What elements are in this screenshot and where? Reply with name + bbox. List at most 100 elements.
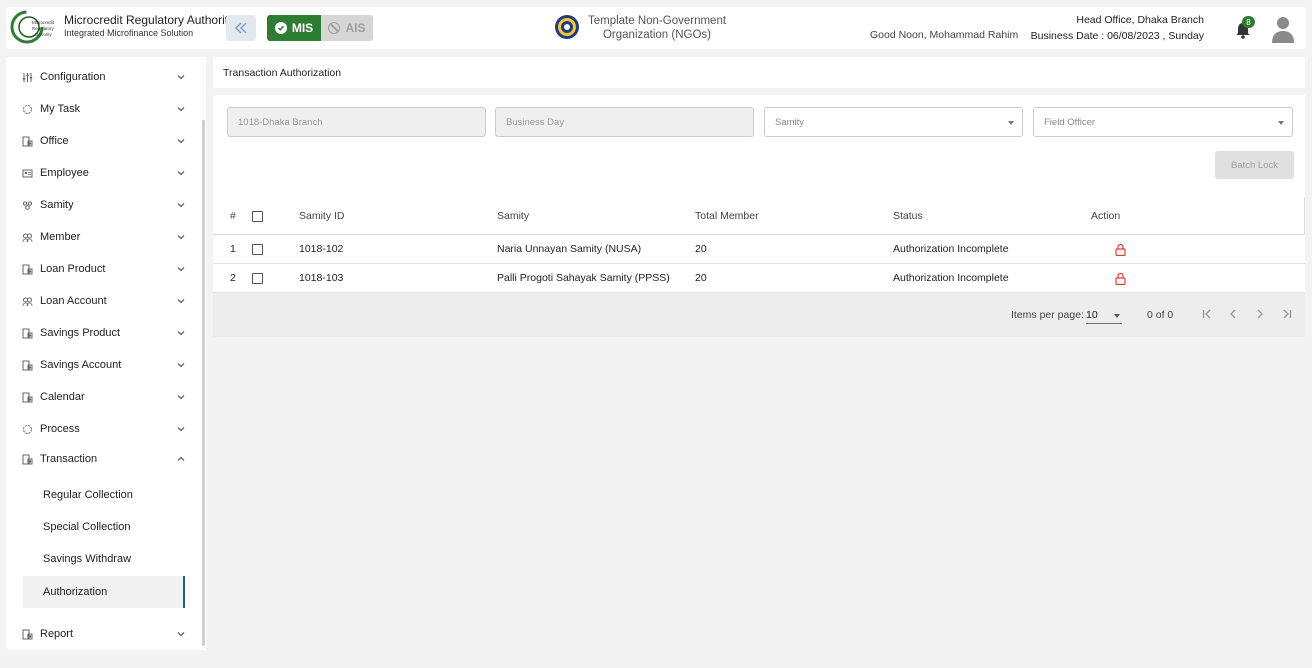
- chevron-down-icon: [177, 267, 185, 272]
- brand-title: Microcredit Regulatory Authority: [64, 13, 235, 27]
- chevron-down-icon: [177, 75, 185, 80]
- caret-down-icon: [1008, 121, 1014, 125]
- building-icon: [22, 328, 33, 338]
- svg-text:Microcredit: Microcredit: [32, 20, 55, 25]
- last-page-button[interactable]: [1280, 307, 1294, 321]
- chevron-down-icon: [177, 235, 185, 240]
- sidebar-item-calendar[interactable]: Calendar: [6, 385, 192, 409]
- header-index: #: [230, 210, 236, 222]
- sidebar-subitem-authorization[interactable]: Authorization: [23, 576, 185, 608]
- row-samity-id: 1018-102: [299, 243, 344, 255]
- sidebar-item-label: Savings Account: [40, 359, 122, 371]
- mra-logo: Microcredit Regulatory Authority: [10, 10, 55, 44]
- chevron-down-icon: [177, 331, 185, 336]
- page-size-select[interactable]: 10: [1086, 305, 1122, 324]
- sidebar-item-label: Calendar: [40, 391, 85, 403]
- building-icon: [22, 264, 33, 274]
- row-samity: Palli Progoti Sahayak Samity (PPSS): [497, 272, 670, 284]
- building-icon: [22, 454, 33, 464]
- branch-field: 1018-Dhaka Branch: [227, 107, 486, 137]
- paginator: Items per page: 10 0 of 0: [213, 293, 1305, 337]
- mis-button[interactable]: MIS: [267, 15, 321, 41]
- lock-icon[interactable]: [1115, 243, 1126, 256]
- page-range-label: 0 of 0: [1147, 309, 1174, 321]
- sidebar-item-savings-product[interactable]: Savings Product: [6, 321, 192, 345]
- chevron-down-icon: [177, 299, 185, 304]
- mis-label: MIS: [291, 21, 314, 35]
- next-page-button[interactable]: [1253, 307, 1267, 321]
- lock-icon[interactable]: [1115, 272, 1126, 285]
- sidebar-item-label: Member: [40, 231, 81, 243]
- org-name-line2: Organization (NGOs): [602, 29, 711, 41]
- chevron-down-icon: [177, 203, 185, 208]
- sidebar-item-label: My Task: [40, 103, 81, 115]
- business-day-value: Business Day: [506, 116, 565, 128]
- sidebar-item-transaction[interactable]: Transaction: [6, 447, 192, 471]
- sidebar-item-employee[interactable]: Employee: [6, 161, 192, 185]
- sidebar-item-member[interactable]: Member: [6, 225, 192, 249]
- sidebar-item-process[interactable]: Process: [6, 417, 192, 441]
- sidebar-scrollbar[interactable]: [202, 120, 205, 646]
- brand-subtitle: Integrated Microfinance Solution: [64, 28, 194, 38]
- sidebar-item-samity[interactable]: Samity: [6, 193, 192, 217]
- sidebar-subitem-label: Authorization: [43, 586, 108, 598]
- batch-lock-button[interactable]: Batch Lock: [1215, 151, 1294, 179]
- select-all-checkbox[interactable]: [252, 211, 263, 222]
- row-checkbox[interactable]: [252, 244, 263, 255]
- sidebar-item-label: Loan Account: [40, 295, 107, 307]
- row-index: 2: [230, 272, 236, 284]
- sidebar-item-label: Transaction: [40, 453, 98, 465]
- chevron-down-icon: [177, 171, 185, 176]
- sidebar-item-loan-product[interactable]: Loan Product: [6, 257, 192, 281]
- sidebar-item-label: Report: [40, 628, 74, 640]
- ais-button[interactable]: AIS: [321, 15, 373, 41]
- chevron-down-icon: [177, 395, 185, 400]
- previous-page-button[interactable]: [1226, 307, 1240, 321]
- sidebar-subitem-regular-collection[interactable]: Regular Collection: [23, 479, 185, 511]
- row-samity-id: 1018-103: [299, 272, 344, 284]
- business-date: Business Date : 06/08/2023 , Sunday: [1030, 30, 1204, 42]
- sidebar-item-label: Employee: [40, 167, 89, 179]
- samity-select[interactable]: Samity: [764, 107, 1023, 137]
- caret-down-icon: [1114, 314, 1120, 318]
- office-info: Head Office, Dhaka Branch Business Date …: [1031, 12, 1204, 44]
- svg-text:Regulatory: Regulatory: [32, 26, 55, 31]
- sidebar-item-office[interactable]: Office: [6, 129, 192, 153]
- chevron-left-icon: [1230, 309, 1236, 319]
- authorization-table: # Samity ID Samity Total Member Status A…: [213, 197, 1305, 293]
- ais-label: AIS: [345, 21, 366, 35]
- users-icon: [22, 297, 33, 306]
- user-avatar-icon[interactable]: [1271, 15, 1295, 43]
- sidebar-subitem-label: Regular Collection: [43, 489, 133, 501]
- users-icon: [22, 233, 33, 242]
- sidebar-item-configuration[interactable]: Configuration: [6, 65, 192, 89]
- header-total-member: Total Member: [695, 210, 759, 222]
- first-page-button[interactable]: [1200, 307, 1214, 321]
- header-samity-id: Samity ID: [299, 210, 345, 222]
- sidebar-item-label: Loan Product: [40, 263, 106, 275]
- sidebar-item-label: Samity: [40, 199, 74, 211]
- collapse-sidebar-button[interactable]: [226, 15, 256, 41]
- chevron-down-icon: [177, 632, 185, 637]
- building-icon: [22, 136, 33, 146]
- row-status: Authorization Incomplete: [893, 272, 1009, 284]
- sidebar-item-loan-account[interactable]: Loan Account: [6, 289, 192, 313]
- row-status: Authorization Incomplete: [893, 243, 1009, 255]
- chevron-down-icon: [177, 427, 185, 432]
- building-icon: [22, 629, 33, 639]
- row-checkbox[interactable]: [252, 273, 263, 284]
- row-total-member: 20: [695, 272, 707, 284]
- svg-text:Authority: Authority: [34, 32, 53, 37]
- notification-badge: 8: [1242, 16, 1255, 28]
- field-officer-select[interactable]: Field Officer: [1033, 107, 1293, 137]
- sidebar-item-savings-account[interactable]: Savings Account: [6, 353, 192, 377]
- items-per-page-label: Items per page:: [1011, 309, 1084, 321]
- sidebar-subitem-special-collection[interactable]: Special Collection: [23, 511, 185, 543]
- sidebar: Configuration My Task Office Employee Sa…: [6, 57, 206, 650]
- sidebar-item-report[interactable]: Report: [6, 622, 192, 646]
- sidebar-subitem-savings-withdraw[interactable]: Savings Withdraw: [23, 543, 185, 575]
- table-row: 2 1018-103 Palli Progoti Sahayak Samity …: [213, 264, 1305, 293]
- sidebar-item-my-task[interactable]: My Task: [6, 97, 192, 121]
- spinner-icon: [23, 104, 32, 114]
- office-name: Head Office, Dhaka Branch: [1076, 14, 1204, 26]
